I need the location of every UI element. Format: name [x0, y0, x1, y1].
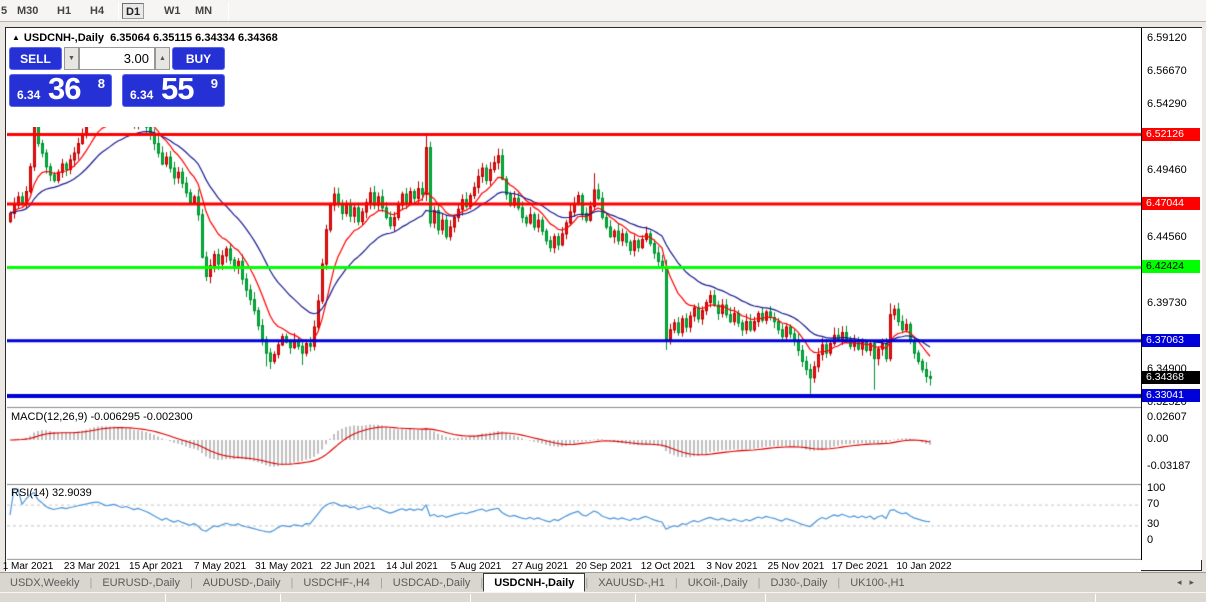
bid-price-pip: 8	[97, 76, 105, 91]
chart-tab-ukoil-daily[interactable]: UKOil-,Daily	[678, 575, 758, 591]
status-bar-divider	[1095, 594, 1096, 602]
chart-window: ▲ USDCNH-,Daily 6.35064 6.35115 6.34334 6…	[2, 27, 1202, 572]
status-bar	[0, 592, 1206, 602]
timeframe-button-mn[interactable]: MN	[192, 3, 215, 19]
price-tick-label: 6.39730	[1147, 297, 1187, 310]
date-tick-label: 15 Apr 2021	[129, 561, 183, 572]
status-bar-divider	[280, 594, 281, 602]
timeframe-button-m30[interactable]: M30	[14, 3, 41, 19]
date-tick-label: 31 May 2021	[255, 561, 313, 572]
bid-price-big: 36	[48, 71, 81, 106]
ask-price-small: 6.34	[130, 88, 154, 102]
timeframe-button-w1[interactable]: W1	[161, 3, 184, 19]
chart-tab-bar: USDX,Weekly | EURUSD-,Daily | AUDUSD-,Daily |…	[0, 572, 1206, 592]
timeframe-button-h1[interactable]: H1	[54, 3, 74, 19]
chart-tab-dj30-daily[interactable]: DJ30-,Daily	[760, 575, 837, 591]
tab-scroll-arrows-icon[interactable]: ◂▸	[1177, 577, 1202, 588]
date-tick-label: 27 Aug 2021	[511, 561, 569, 572]
current-price-chip: 6.34368	[1142, 370, 1200, 384]
timeframe-button-d1[interactable]: D1	[122, 3, 145, 19]
price-tick-label: 6.44560	[1147, 231, 1187, 244]
macd-indicator-label: MACD(12,26,9) -0.006295 -0.002300	[11, 411, 193, 423]
price-axis: 6.59120 6.56670 6.54290 6.49460 6.44560 6.397…	[1141, 28, 1202, 560]
timeframe-button-h4[interactable]: H4	[87, 3, 107, 19]
chevron-up-icon: ▲	[159, 55, 166, 62]
chart-tab-usdx-weekly[interactable]: USDX,Weekly	[0, 575, 89, 591]
chevron-down-icon: ▼	[68, 55, 75, 62]
date-tick-label: 1 Mar 2021	[2, 561, 54, 572]
macd-tick-label: -0.03187	[1147, 460, 1191, 473]
macd-tick-label: 0.02607	[1147, 410, 1187, 423]
chart-tab-xauusd-h1[interactable]: XAUUSD-,H1	[588, 575, 675, 591]
chart-tab-uk100-h1[interactable]: UK100-,H1	[840, 575, 914, 591]
sell-button[interactable]: SELL	[9, 47, 62, 70]
status-bar-divider	[765, 594, 766, 602]
level-price-chip: 6.37063	[1142, 333, 1200, 347]
timeframe-button-5[interactable]: 5	[0, 3, 10, 19]
level-price-chip: 6.47044	[1142, 197, 1200, 211]
date-tick-label: 7 May 2021	[193, 561, 247, 572]
macd-tick-label: 0.00	[1147, 433, 1169, 445]
price-tick-label: 6.54290	[1147, 97, 1187, 110]
ask-price-pip: 9	[210, 76, 218, 91]
level-price-chip: 6.42424	[1142, 260, 1200, 274]
date-tick-label: 17 Dec 2021	[831, 561, 889, 572]
price-tick-label: 6.56670	[1147, 65, 1187, 78]
symbol-period-label: USDCNH-,Daily	[23, 32, 104, 44]
status-bar-divider	[165, 594, 166, 602]
one-click-trading-panel: SELL ▼ 3.00 ▲ BUY 6.34 36 8 6.34 55 9	[9, 46, 225, 127]
chart-tab-audusd-daily[interactable]: AUDUSD-,Daily	[193, 575, 291, 591]
rsi-indicator-label: RSI(14) 32.9039	[11, 487, 92, 499]
ask-price-big: 55	[161, 71, 194, 106]
level-price-chip: 6.33041	[1142, 388, 1200, 402]
date-tick-label: 20 Sep 2021	[575, 561, 633, 572]
price-tick-label: 6.49460	[1147, 164, 1187, 177]
chart-symbol-title: ▲ USDCNH-,Daily 6.35064 6.35115 6.34334 6…	[12, 32, 278, 44]
status-bar-divider	[635, 594, 636, 602]
toolbar-separator	[118, 2, 119, 20]
volume-input[interactable]: 3.00	[79, 47, 155, 70]
chart-tab-usdcad-daily[interactable]: USDCAD-,Daily	[383, 575, 481, 591]
date-tick-label: 12 Oct 2021	[640, 561, 696, 572]
chart-tab-eurusd-daily[interactable]: EURUSD-,Daily	[92, 575, 190, 591]
toolbar-separator	[228, 2, 229, 20]
chart-tab-usdchf-h4[interactable]: USDCHF-,H4	[293, 575, 380, 591]
ask-price-button[interactable]: 6.34 55 9	[122, 71, 225, 107]
level-price-chip: 6.52126	[1142, 127, 1200, 141]
date-tick-label: 14 Jul 2021	[386, 561, 438, 572]
chart-tab-usdcnh-daily[interactable]: USDCNH-,Daily	[483, 572, 586, 592]
date-tick-label: 5 Aug 2021	[450, 561, 502, 572]
rsi-tick-label: 30	[1147, 518, 1160, 531]
bid-price-small: 6.34	[17, 88, 41, 102]
date-tick-label: 23 Mar 2021	[63, 561, 121, 572]
date-tick-label: 10 Jan 2022	[896, 561, 952, 572]
collapse-panel-icon[interactable]: ▲	[12, 33, 20, 42]
date-axis: 1 Mar 2021 23 Mar 2021 15 Apr 2021 7 May 20…	[2, 560, 1141, 572]
buy-button[interactable]: BUY	[172, 47, 225, 70]
date-tick-label: 25 Nov 2021	[767, 561, 825, 572]
rsi-tick-label: 100	[1147, 482, 1166, 494]
status-bar-divider	[470, 594, 471, 602]
bid-price-button[interactable]: 6.34 36 8	[9, 71, 112, 107]
price-tick-label: 6.59120	[1147, 31, 1187, 44]
rsi-tick-label: 0	[1147, 534, 1154, 546]
volume-decrease-button[interactable]: ▼	[64, 47, 79, 70]
date-tick-label: 3 Nov 2021	[706, 561, 758, 572]
ohlc-values: 6.35064 6.35115 6.34334 6.34368	[110, 32, 278, 44]
rsi-tick-label: 70	[1147, 497, 1160, 510]
timeframe-toolbar: 5 M30 H1 H4 D1 W1 MN	[0, 0, 1206, 22]
date-tick-label: 22 Jun 2021	[320, 561, 376, 572]
volume-increase-button[interactable]: ▲	[155, 47, 170, 70]
